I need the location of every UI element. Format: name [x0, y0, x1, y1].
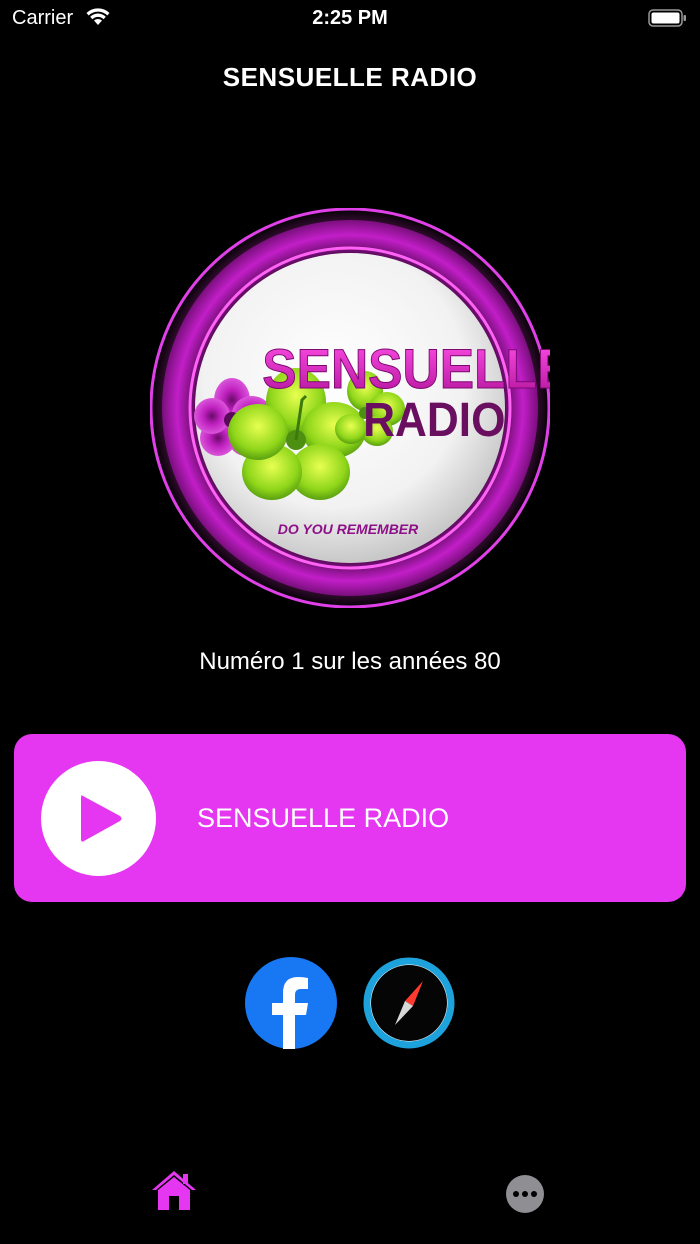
- battery-icon: [648, 9, 686, 27]
- station-name: SENSUELLE RADIO: [197, 803, 450, 833]
- tab-bar: [0, 1160, 700, 1244]
- page-title: SENSUELLE RADIO: [222, 62, 478, 92]
- station-logo: SENSUELLE RADIO DO YOU REMEMBER: [149, 207, 572, 609]
- tagline: Numéro 1 sur les années 80: [199, 648, 501, 675]
- logo-slogan: DO YOU REMEMBER: [278, 521, 419, 537]
- compass-icon: [363, 957, 455, 1049]
- home-icon: [152, 1171, 196, 1210]
- logo-text-line2: RADIO: [363, 392, 505, 446]
- status-bar: Carrier 2:25 PM: [0, 0, 700, 40]
- player-card: SENSUELLE RADIO: [14, 734, 686, 902]
- play-button[interactable]: [41, 761, 156, 876]
- play-icon: [81, 795, 122, 842]
- website-button[interactable]: [363, 957, 455, 1054]
- tab-more[interactable]: [505, 1174, 545, 1219]
- logo-text-line1: SENSUELLE: [262, 338, 550, 400]
- clock: 2:25 PM: [312, 7, 388, 29]
- tab-home[interactable]: [150, 1168, 198, 1217]
- facebook-button[interactable]: [245, 957, 337, 1054]
- facebook-icon: [245, 957, 337, 1049]
- more-icon: [506, 1175, 544, 1213]
